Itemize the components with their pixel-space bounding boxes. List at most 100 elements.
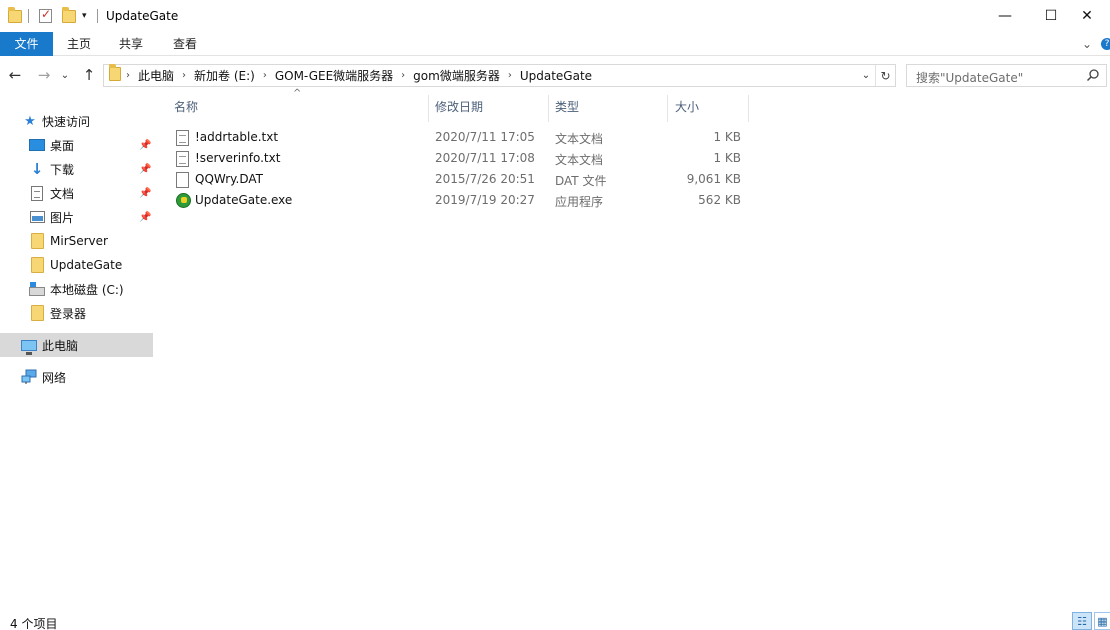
navigation-pane: ★ 快速访问 桌面 📌 ↓ 下载 📌 文档 📌 图片 📌 MirServer U… bbox=[0, 95, 160, 595]
file-row[interactable]: QQWry.DAT 2015/7/26 20:51 DAT 文件 9,061 K… bbox=[169, 169, 749, 190]
file-name: UpdateGate.exe bbox=[195, 193, 293, 207]
network-icon bbox=[21, 369, 37, 385]
column-header-row: 名称 修改日期 类型 大小 bbox=[0, 95, 1110, 122]
tab-home[interactable]: 主页 bbox=[56, 32, 102, 56]
column-header-name[interactable]: 名称 bbox=[168, 95, 428, 120]
file-name: !serverinfo.txt bbox=[195, 151, 281, 165]
file-row[interactable]: UpdateGate.exe 2019/7/19 20:27 应用程序 562 … bbox=[169, 190, 749, 211]
address-bar[interactable]: › 此电脑 › 新加卷 (E:) › GOM-GEE微端服务器 › gom微端服… bbox=[103, 64, 896, 87]
sidebar-item-network[interactable]: 网络 bbox=[0, 365, 153, 389]
blank-file-icon bbox=[176, 172, 189, 188]
file-size: 9,061 KB bbox=[686, 172, 741, 186]
text-file-icon bbox=[176, 130, 189, 146]
sidebar-item-label: 网络 bbox=[42, 370, 67, 385]
file-name: !addrtable.txt bbox=[195, 130, 279, 144]
sidebar-item-label: MirServer bbox=[50, 234, 108, 248]
column-header-date[interactable]: 修改日期 bbox=[429, 95, 547, 120]
file-type: DAT 文件 bbox=[555, 174, 607, 188]
exe-icon bbox=[176, 193, 191, 208]
folder-icon bbox=[29, 305, 45, 321]
close-button[interactable]: ✕ bbox=[1064, 0, 1110, 32]
file-type: 应用程序 bbox=[555, 195, 604, 209]
pin-icon[interactable]: 📌 bbox=[139, 188, 151, 199]
forward-button[interactable]: → bbox=[33, 64, 55, 86]
expand-ribbon-icon[interactable]: ⌄ bbox=[1078, 32, 1096, 56]
breadcrumb-gom-gee[interactable]: GOM-GEE微端服务器 bbox=[272, 67, 396, 84]
file-row[interactable]: !addrtable.txt 2020/7/11 17:05 文本文档 1 KB bbox=[169, 127, 749, 148]
desktop-icon bbox=[29, 137, 45, 153]
sidebar-item-local-disk-c[interactable]: 本地磁盘 (C:) bbox=[0, 277, 153, 301]
breadcrumb-drive-e[interactable]: 新加卷 (E:) bbox=[191, 67, 258, 84]
sidebar-item-downloads[interactable]: ↓ 下载 📌 bbox=[0, 157, 153, 181]
toolbar-divider bbox=[28, 9, 29, 23]
details-view-button[interactable]: ☷ bbox=[1072, 612, 1092, 630]
sidebar-item-launcher[interactable]: 登录器 bbox=[0, 301, 153, 325]
file-type: 文本文档 bbox=[555, 132, 604, 146]
toolbar-divider bbox=[97, 9, 98, 23]
chevron-right-icon[interactable]: › bbox=[503, 70, 517, 81]
pin-icon[interactable]: 📌 bbox=[139, 164, 151, 175]
download-icon: ↓ bbox=[30, 160, 44, 178]
folder-icon[interactable] bbox=[8, 6, 22, 25]
large-icons-view-button[interactable]: ▦ bbox=[1094, 612, 1110, 630]
properties-icon[interactable] bbox=[39, 7, 52, 25]
back-button[interactable]: ← bbox=[4, 64, 26, 86]
search-icon[interactable] bbox=[1086, 68, 1100, 82]
recent-locations-button[interactable]: ⌄ bbox=[58, 64, 72, 86]
title-bar: ▾ UpdateGate — ☐ ✕ bbox=[0, 0, 1110, 32]
sidebar-item-pictures[interactable]: 图片 📌 bbox=[0, 205, 153, 229]
file-size: 1 KB bbox=[713, 151, 741, 165]
folder-icon bbox=[109, 64, 121, 84]
breadcrumb-this-pc[interactable]: 此电脑 bbox=[135, 67, 177, 84]
sidebar-item-label: 登录器 bbox=[50, 306, 87, 321]
help-icon[interactable]: ? bbox=[1101, 38, 1110, 50]
file-row[interactable]: !serverinfo.txt 2020/7/11 17:08 文本文档 1 K… bbox=[169, 148, 749, 169]
sidebar-item-label: 图片 bbox=[50, 210, 75, 225]
sidebar-item-updategate[interactable]: UpdateGate bbox=[0, 253, 153, 277]
file-date: 2020/7/11 17:08 bbox=[435, 151, 535, 165]
file-date: 2015/7/26 20:51 bbox=[435, 172, 535, 186]
breadcrumb-updategate[interactable]: UpdateGate bbox=[517, 69, 595, 83]
sidebar-item-label: UpdateGate bbox=[50, 258, 123, 272]
item-count: 4 个项目 bbox=[10, 617, 58, 630]
up-button[interactable]: ↑ bbox=[78, 64, 100, 86]
folder-icon bbox=[29, 233, 45, 249]
column-header-type[interactable]: 类型 bbox=[549, 95, 667, 120]
tab-file[interactable]: 文件 bbox=[0, 32, 53, 56]
chevron-right-icon[interactable]: › bbox=[258, 70, 272, 81]
file-type: 文本文档 bbox=[555, 153, 604, 167]
breadcrumb-gom-server[interactable]: gom微端服务器 bbox=[410, 67, 503, 84]
new-folder-icon[interactable] bbox=[62, 6, 76, 25]
folder-icon bbox=[29, 257, 45, 273]
tab-share[interactable]: 共享 bbox=[108, 32, 154, 56]
sidebar-item-label: 桌面 bbox=[50, 138, 75, 153]
sidebar-item-mirserver[interactable]: MirServer bbox=[0, 229, 153, 253]
sidebar-item-label: 下载 bbox=[50, 162, 75, 177]
computer-icon bbox=[21, 337, 37, 355]
sidebar-item-label: 本地磁盘 (C:) bbox=[50, 282, 124, 297]
documents-icon bbox=[29, 185, 45, 201]
refresh-button[interactable]: ↻ bbox=[875, 65, 895, 86]
column-divider[interactable] bbox=[667, 95, 668, 122]
pin-icon[interactable]: 📌 bbox=[139, 212, 151, 223]
sidebar-item-documents[interactable]: 文档 📌 bbox=[0, 181, 153, 205]
minimize-button[interactable]: — bbox=[982, 0, 1028, 32]
address-history-dropdown[interactable]: ⌄ bbox=[859, 65, 873, 86]
column-divider[interactable] bbox=[748, 95, 749, 122]
chevron-right-icon[interactable]: › bbox=[396, 70, 410, 81]
sidebar-item-label: 文档 bbox=[50, 186, 75, 201]
column-header-size[interactable]: 大小 bbox=[669, 95, 747, 120]
text-file-icon bbox=[176, 151, 189, 167]
chevron-right-icon[interactable]: › bbox=[177, 70, 191, 81]
tab-view[interactable]: 查看 bbox=[162, 32, 208, 56]
sidebar-item-this-pc[interactable]: 此电脑 bbox=[0, 333, 153, 357]
window-title: UpdateGate bbox=[106, 9, 179, 23]
sidebar-item-desktop[interactable]: 桌面 📌 bbox=[0, 133, 153, 157]
search-input[interactable]: 搜索"UpdateGate" bbox=[906, 64, 1107, 87]
pin-icon[interactable]: 📌 bbox=[139, 140, 151, 151]
chevron-right-icon[interactable]: › bbox=[121, 70, 135, 81]
file-date: 2019/7/19 20:27 bbox=[435, 193, 535, 207]
file-size: 1 KB bbox=[713, 130, 741, 144]
customize-quick-access-icon[interactable]: ▾ bbox=[82, 7, 87, 25]
pictures-icon bbox=[29, 209, 45, 225]
